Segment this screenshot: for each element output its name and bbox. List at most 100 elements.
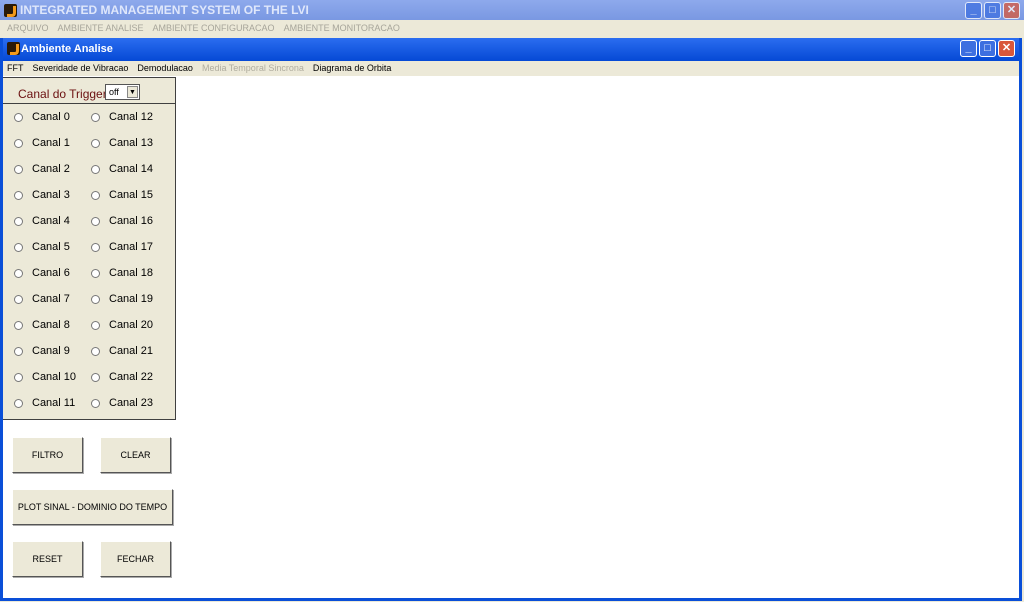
channel-label: Canal 23 xyxy=(109,397,154,409)
menu-media-temporal: Media Temporal Sincrona xyxy=(201,63,304,73)
channel-label: Canal 20 xyxy=(109,319,154,331)
ambiente-analise-window: Ambiente Analise _ □ ✕ FFT Severidade de… xyxy=(0,38,1022,601)
app-title: INTEGRATED MANAGEMENT SYSTEM OF THE LVI xyxy=(20,3,309,17)
maximize-button[interactable]: □ xyxy=(979,40,996,57)
menu-diagrama-orbita[interactable]: Diagrama de Orbita xyxy=(313,61,392,76)
channel-label: Canal 2 xyxy=(32,163,70,175)
channel-radio[interactable]: Canal 14 xyxy=(91,163,153,175)
radio-circle-icon[interactable] xyxy=(14,190,23,200)
radio-circle-icon[interactable] xyxy=(14,164,23,174)
app-menu-bar: ARQUIVO AMBIENTE ANALISE AMBIENTE CONFIG… xyxy=(0,20,1024,37)
fechar-button[interactable]: FECHAR xyxy=(100,541,171,577)
radio-circle-icon[interactable] xyxy=(14,242,23,252)
channel-radio[interactable]: Canal 23 xyxy=(91,397,153,409)
radio-circle-icon[interactable] xyxy=(14,320,23,330)
channel-radio[interactable]: Canal 5 xyxy=(14,241,70,253)
channel-radio[interactable]: Canal 1 xyxy=(14,137,70,149)
radio-circle-icon[interactable] xyxy=(14,138,23,148)
menu-arquivo[interactable]: ARQUIVO xyxy=(7,20,49,37)
radio-circle-icon[interactable] xyxy=(91,320,100,330)
menu-ambiente-configuracao[interactable]: AMBIENTE CONFIGURACAO xyxy=(153,20,275,37)
radio-circle-icon[interactable] xyxy=(91,138,100,148)
radio-circle-icon[interactable] xyxy=(14,216,23,226)
menu-demodulacao[interactable]: Demodulacao xyxy=(137,61,193,76)
minimize-button[interactable]: _ xyxy=(965,2,982,19)
chevron-down-icon: ▼ xyxy=(127,86,138,98)
channel-radio[interactable]: Canal 16 xyxy=(91,215,153,227)
radio-circle-icon[interactable] xyxy=(91,346,100,356)
channel-radio[interactable]: Canal 22 xyxy=(91,371,153,383)
channel-label: Canal 17 xyxy=(109,241,154,253)
channel-radio[interactable]: Canal 15 xyxy=(91,189,153,201)
channel-radio[interactable]: Canal 19 xyxy=(91,293,153,305)
channel-radio[interactable]: Canal 6 xyxy=(14,267,70,279)
channel-radio[interactable]: Canal 17 xyxy=(91,241,153,253)
close-button[interactable]: ✕ xyxy=(998,40,1015,57)
maximize-button[interactable]: □ xyxy=(984,2,1001,19)
filtro-button[interactable]: FILTRO xyxy=(12,437,83,473)
trigger-label: Canal do Trigger xyxy=(18,87,107,101)
menu-severidade[interactable]: Severidade de Vibracao xyxy=(33,61,129,76)
channel-label: Canal 15 xyxy=(109,189,154,201)
channel-label: Canal 16 xyxy=(109,215,154,227)
channel-label: Canal 6 xyxy=(32,267,70,279)
channel-radio[interactable]: Canal 18 xyxy=(91,267,153,279)
window-menu-bar: FFT Severidade de Vibracao Demodulacao M… xyxy=(3,61,1019,76)
channel-radio[interactable]: Canal 8 xyxy=(14,319,70,331)
reset-button[interactable]: RESET xyxy=(12,541,83,577)
trigger-select[interactable]: off ▼ xyxy=(105,84,140,100)
channel-label: Canal 14 xyxy=(109,163,154,175)
radio-circle-icon[interactable] xyxy=(14,398,23,408)
minimize-button[interactable]: _ xyxy=(960,40,977,57)
channel-label: Canal 19 xyxy=(109,293,154,305)
radio-circle-icon[interactable] xyxy=(91,294,100,304)
channel-radio[interactable]: Canal 21 xyxy=(91,345,153,357)
channel-label: Canal 21 xyxy=(109,345,154,357)
radio-circle-icon[interactable] xyxy=(14,268,23,278)
channel-radio[interactable]: Canal 20 xyxy=(91,319,153,331)
close-button[interactable]: ✕ xyxy=(1003,2,1020,19)
channel-label: Canal 8 xyxy=(32,319,70,331)
channel-radio[interactable]: Canal 4 xyxy=(14,215,70,227)
radio-circle-icon[interactable] xyxy=(91,268,100,278)
channel-radio[interactable]: Canal 9 xyxy=(14,345,70,357)
radio-circle-icon[interactable] xyxy=(91,242,100,252)
channel-label: Canal 7 xyxy=(32,293,70,305)
channel-radio[interactable]: Canal 2 xyxy=(14,163,70,175)
matlab-icon xyxy=(7,42,20,55)
channel-radio[interactable]: Canal 11 xyxy=(14,397,75,409)
radio-circle-icon[interactable] xyxy=(91,164,100,174)
channel-label: Canal 13 xyxy=(109,137,154,149)
menu-ambiente-analise[interactable]: AMBIENTE ANALISE xyxy=(58,20,144,37)
channel-radio[interactable]: Canal 7 xyxy=(14,293,70,305)
radio-circle-icon[interactable] xyxy=(14,346,23,356)
window-title: Ambiente Analise xyxy=(21,43,113,55)
radio-circle-icon[interactable] xyxy=(91,398,100,408)
channel-label: Canal 10 xyxy=(32,371,77,383)
radio-circle-icon[interactable] xyxy=(91,112,100,122)
plot-sinal-button[interactable]: PLOT SINAL - DOMINIO DO TEMPO xyxy=(12,489,173,525)
channel-label: Canal 4 xyxy=(32,215,70,227)
radio-circle-icon[interactable] xyxy=(14,372,23,382)
radio-circle-icon[interactable] xyxy=(14,112,23,122)
radio-circle-icon[interactable] xyxy=(91,216,100,226)
channel-radio[interactable]: Canal 3 xyxy=(14,189,70,201)
channel-radio[interactable]: Canal 13 xyxy=(91,137,153,149)
channel-label: Canal 0 xyxy=(32,111,70,123)
channel-panel: Canal do Trigger off ▼ Canal 0 Canal 1 Cana… xyxy=(3,77,176,420)
channel-label: Canal 9 xyxy=(32,345,70,357)
menu-ambiente-monitoracao[interactable]: AMBIENTE MONITORACAO xyxy=(284,20,400,37)
channel-label: Canal 22 xyxy=(109,371,154,383)
radio-circle-icon[interactable] xyxy=(14,294,23,304)
channel-radio[interactable]: Canal 12 xyxy=(91,111,153,123)
channel-radio[interactable]: Canal 0 xyxy=(14,111,70,123)
radio-circle-icon[interactable] xyxy=(91,190,100,200)
channel-radio[interactable]: Canal 10 xyxy=(14,371,76,383)
channel-label: Canal 3 xyxy=(32,189,70,201)
channel-label: Canal 5 xyxy=(32,241,70,253)
matlab-icon xyxy=(4,4,17,17)
window-title-bar: Ambiente Analise _ □ ✕ xyxy=(3,38,1019,61)
clear-button[interactable]: CLEAR xyxy=(100,437,171,473)
radio-circle-icon[interactable] xyxy=(91,372,100,382)
menu-fft[interactable]: FFT xyxy=(7,61,24,76)
